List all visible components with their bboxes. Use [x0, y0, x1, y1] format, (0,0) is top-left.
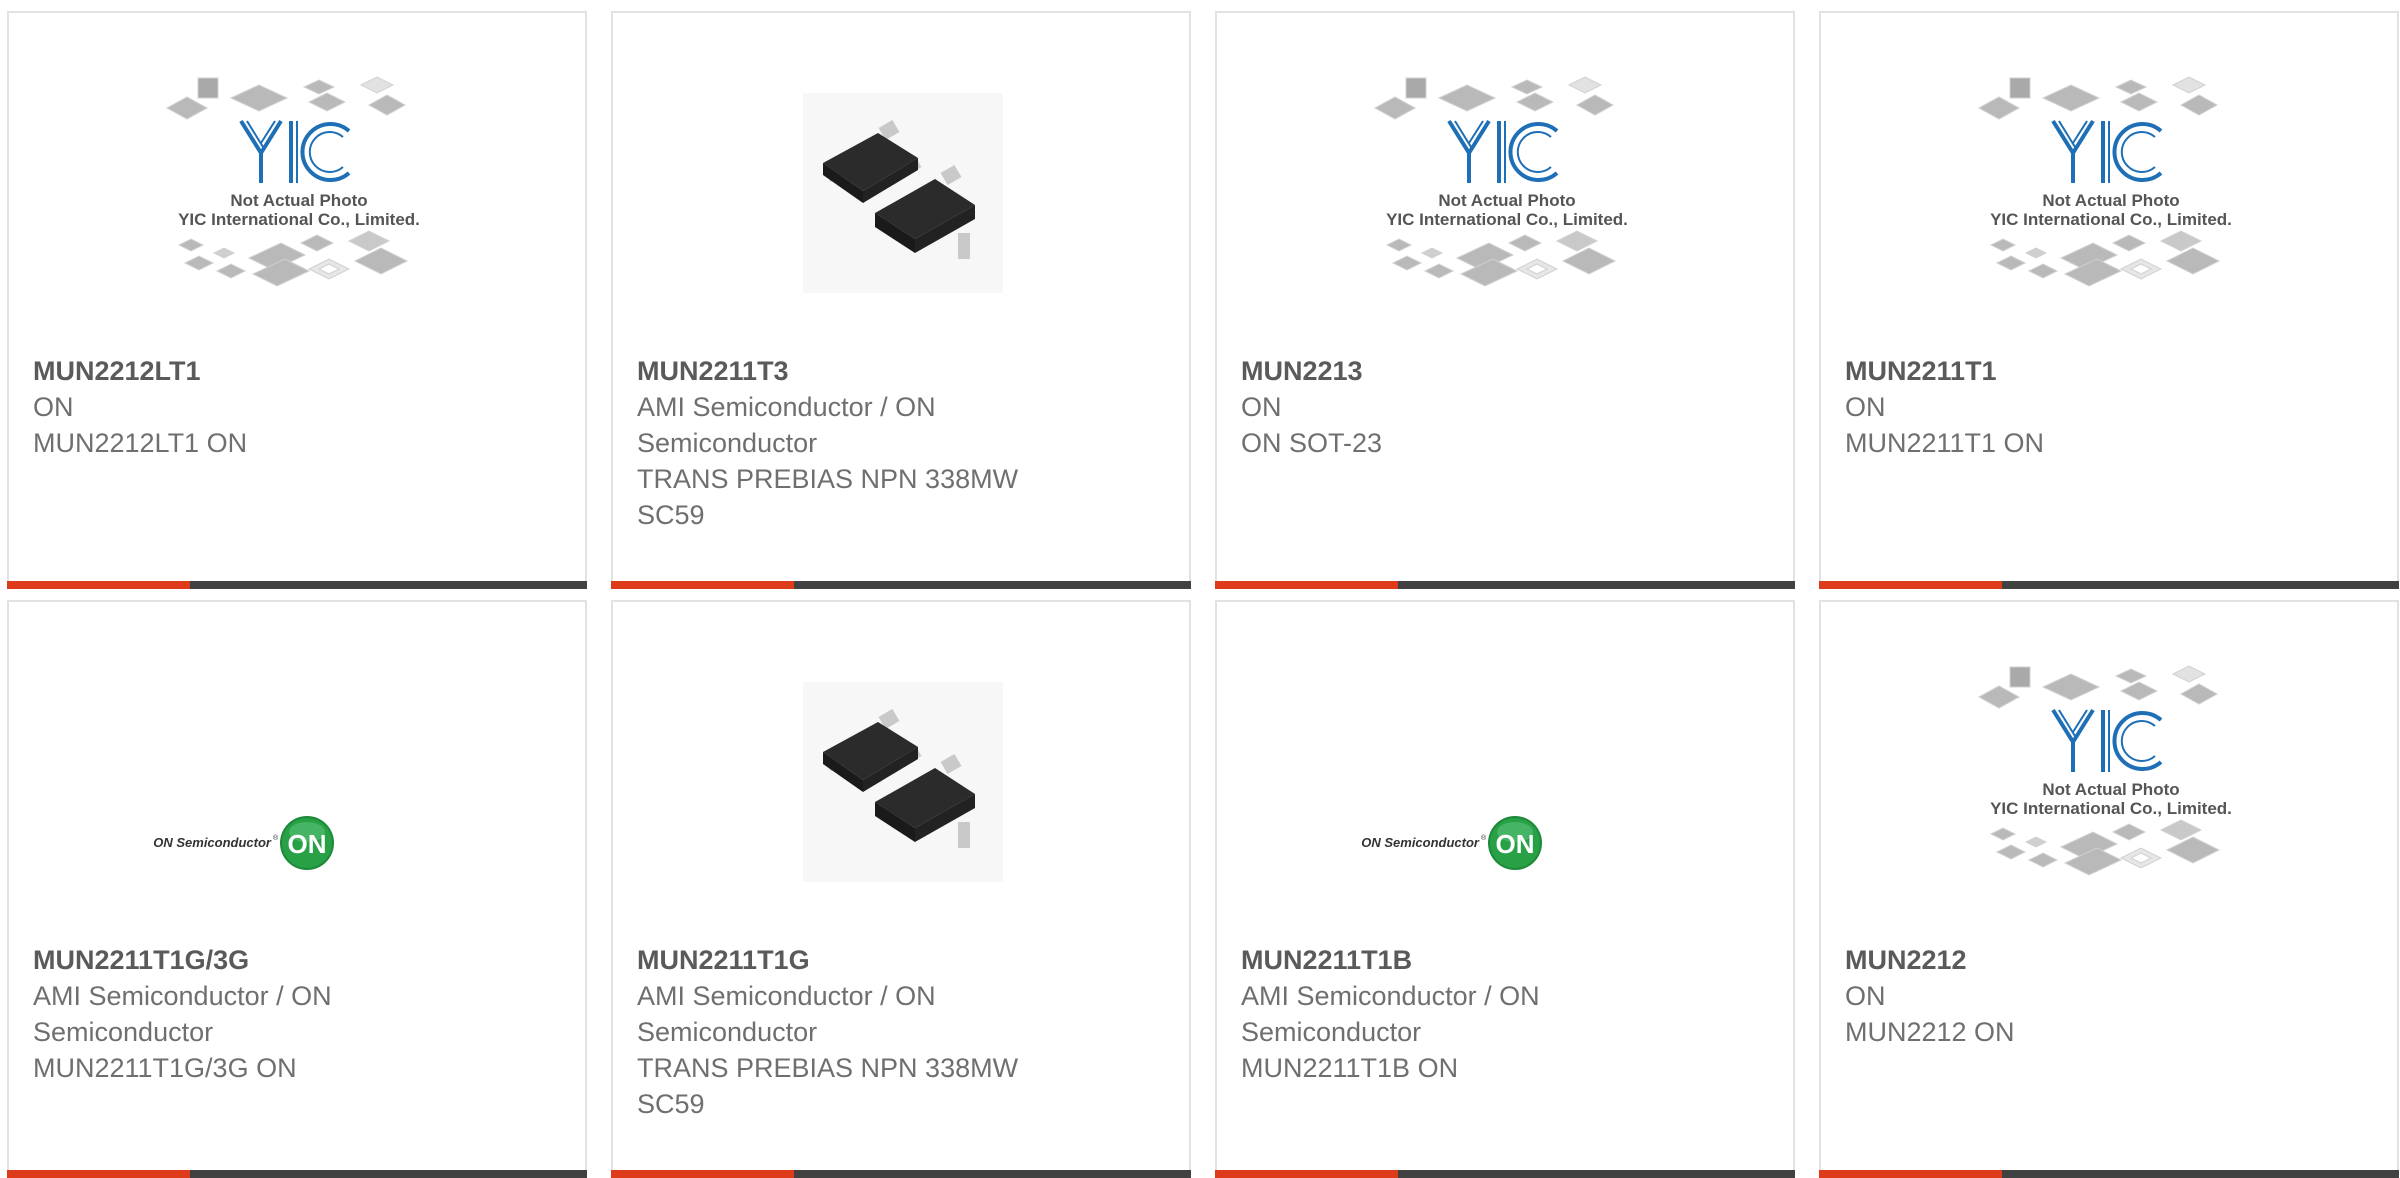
description: MUN2212 ON	[1845, 1017, 2015, 1047]
card-accent-bar	[1819, 1170, 2399, 1178]
manufacturer: ON	[33, 392, 74, 422]
manufacturer: AMI Semiconductor / ON Semiconductor	[637, 981, 936, 1047]
placeholder-caption-line1: Not Actual Photo	[2042, 191, 2179, 210]
placeholder-caption-line2: YIC International Co., Limited.	[1990, 799, 2232, 818]
product-image[interactable]: Not Actual Photo YIC International Co., …	[1217, 73, 1793, 343]
product-image[interactable]: ON Semiconductor ® ON	[1217, 662, 1793, 932]
description: MUN2211T1G/3G ON	[33, 1053, 297, 1083]
not-actual-photo-placeholder-image: Not Actual Photo YIC International Co., …	[1373, 76, 1628, 287]
description: MUN2212LT1 ON	[33, 428, 248, 458]
product-card[interactable]: ON Semiconductor ® ON MUN2211T1B AMI Sem…	[1215, 600, 1795, 1178]
placeholder-caption-line2: YIC International Co., Limited.	[178, 210, 420, 229]
product-info: MUN2212LT1 ON MUN2212LT1 ON	[33, 353, 565, 461]
product-card[interactable]: Not Actual Photo YIC International Co., …	[1819, 11, 2399, 589]
product-card[interactable]: MUN2211T3 AMI Semiconductor / ON Semicon…	[611, 11, 1191, 589]
placeholder-caption-line2: YIC International Co., Limited.	[1386, 210, 1628, 229]
product-card[interactable]: Not Actual Photo YIC International Co., …	[7, 11, 587, 589]
part-number-link[interactable]: MUN2211T1B	[1241, 942, 1773, 978]
description: TRANS PREBIAS NPN 338MW SC59	[637, 464, 1019, 530]
product-card[interactable]: MUN2211T1G AMI Semiconductor / ON Semico…	[611, 600, 1191, 1178]
product-image[interactable]	[613, 662, 1189, 932]
svg-text:®: ®	[1481, 834, 1487, 842]
on-semiconductor-logo: ON Semiconductor ® ON	[1361, 816, 1542, 870]
description: MUN2211T1B ON	[1241, 1053, 1459, 1083]
placeholder-caption-line1: Not Actual Photo	[2042, 780, 2179, 799]
part-number-link[interactable]: MUN2211T3	[637, 353, 1169, 389]
on-semiconductor-logo: ON Semiconductor ® ON	[153, 816, 334, 870]
sot23-package-photo	[803, 682, 1003, 882]
part-number-link[interactable]: MUN2213	[1241, 353, 1773, 389]
not-actual-photo-placeholder-image: Not Actual Photo YIC International Co., …	[165, 76, 420, 287]
card-accent-bar	[1819, 581, 2399, 589]
card-accent-bar	[1215, 581, 1795, 589]
placeholder-caption-line2: YIC International Co., Limited.	[1990, 210, 2232, 229]
product-info: MUN2211T1G AMI Semiconductor / ON Semico…	[637, 942, 1169, 1122]
part-number-link[interactable]: MUN2211T1	[1845, 353, 2377, 389]
manufacturer: ON	[1845, 392, 1886, 422]
svg-text:®: ®	[273, 834, 279, 842]
placeholder-caption-line1: Not Actual Photo	[230, 191, 367, 210]
product-card[interactable]: Not Actual Photo YIC International Co., …	[1819, 600, 2399, 1178]
not-actual-photo-placeholder-image: Not Actual Photo YIC International Co., …	[1977, 76, 2232, 287]
description: ON SOT-23	[1241, 428, 1383, 458]
description: MUN2211T1 ON	[1845, 428, 2045, 458]
product-image[interactable]	[613, 73, 1189, 343]
card-accent-bar	[611, 581, 1191, 589]
manufacturer: AMI Semiconductor / ON Semiconductor	[33, 981, 332, 1047]
on-logo-wordmark: ON Semiconductor	[1361, 835, 1480, 850]
sot23-package-photo	[803, 93, 1003, 293]
product-image[interactable]: ON Semiconductor ® ON	[9, 662, 585, 932]
on-logo-badge: ON	[1496, 829, 1535, 859]
on-logo-badge: ON	[288, 829, 327, 859]
product-info: MUN2211T1B AMI Semiconductor / ON Semico…	[1241, 942, 1773, 1086]
product-grid: Not Actual Photo YIC International Co., …	[0, 0, 2400, 1178]
card-accent-bar	[7, 1170, 587, 1178]
product-info: MUN2213 ON ON SOT-23	[1241, 353, 1773, 461]
manufacturer: ON	[1845, 981, 1886, 1011]
description: TRANS PREBIAS NPN 338MW SC59	[637, 1053, 1019, 1119]
not-actual-photo-placeholder-image: Not Actual Photo YIC International Co., …	[1977, 665, 2232, 876]
product-info: MUN2211T1 ON MUN2211T1 ON	[1845, 353, 2377, 461]
product-info: MUN2211T3 AMI Semiconductor / ON Semicon…	[637, 353, 1169, 533]
manufacturer: ON	[1241, 392, 1282, 422]
part-number-link[interactable]: MUN2212LT1	[33, 353, 565, 389]
part-number-link[interactable]: MUN2211T1G/3G	[33, 942, 565, 978]
product-info: MUN2211T1G/3G AMI Semiconductor / ON Sem…	[33, 942, 565, 1086]
product-card[interactable]: Not Actual Photo YIC International Co., …	[1215, 11, 1795, 589]
product-image[interactable]: Not Actual Photo YIC International Co., …	[1821, 73, 2397, 343]
card-accent-bar	[7, 581, 587, 589]
on-logo-wordmark: ON Semiconductor	[153, 835, 272, 850]
manufacturer: AMI Semiconductor / ON Semiconductor	[1241, 981, 1540, 1047]
part-number-link[interactable]: MUN2212	[1845, 942, 2377, 978]
card-accent-bar	[611, 1170, 1191, 1178]
part-number-link[interactable]: MUN2211T1G	[637, 942, 1169, 978]
product-image[interactable]: Not Actual Photo YIC International Co., …	[1821, 662, 2397, 932]
product-image[interactable]: Not Actual Photo YIC International Co., …	[9, 73, 585, 343]
product-card[interactable]: ON Semiconductor ® ON MUN2211T1G/3G AMI …	[7, 600, 587, 1178]
manufacturer: AMI Semiconductor / ON Semiconductor	[637, 392, 936, 458]
placeholder-caption-line1: Not Actual Photo	[1438, 191, 1575, 210]
product-info: MUN2212 ON MUN2212 ON	[1845, 942, 2377, 1050]
card-accent-bar	[1215, 1170, 1795, 1178]
